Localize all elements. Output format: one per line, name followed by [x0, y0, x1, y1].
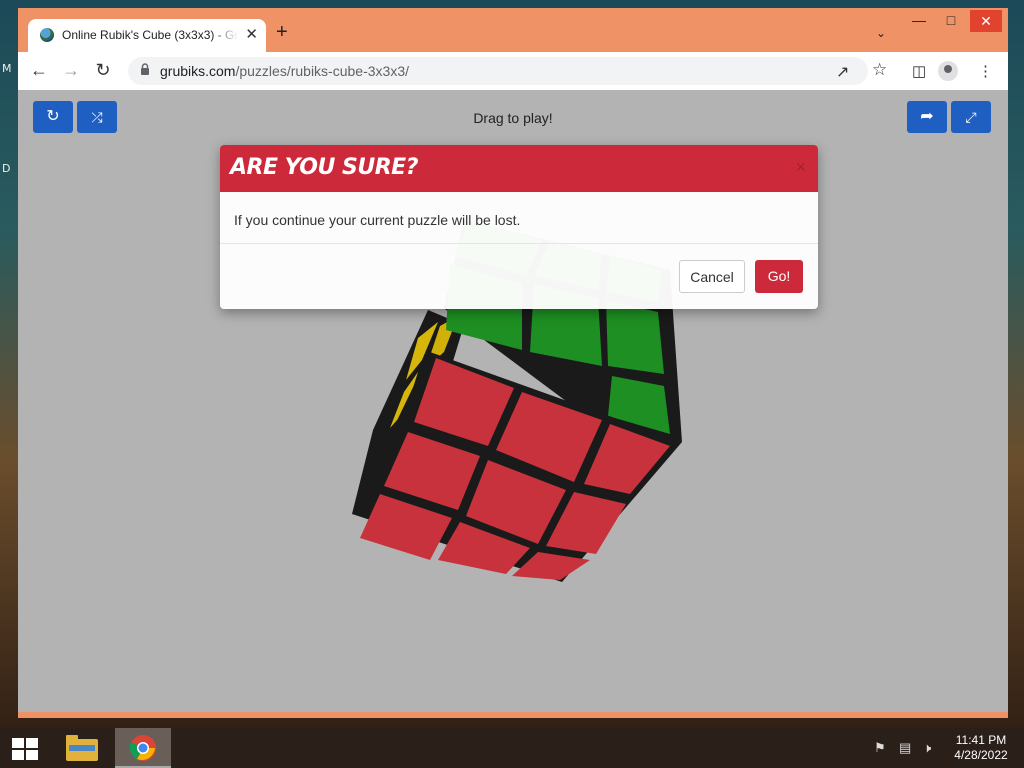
taskbar-file-explorer[interactable]	[56, 728, 112, 768]
menu-kebab-icon[interactable]: ⋮	[978, 62, 993, 80]
network-icon[interactable]: ▤	[899, 740, 911, 756]
desktop-edge-char: M	[2, 62, 12, 75]
flag-notification-icon[interactable]: ⚑	[874, 740, 886, 756]
address-bar[interactable]: grubiks.com/puzzles/rubiks-cube-3x3x3/ ↗	[128, 57, 868, 85]
go-button[interactable]: Go!	[755, 260, 803, 293]
taskbar: ⚑ ▤ 🕨 11:41 PM 4/28/2022	[0, 728, 1024, 768]
clock-date: 4/28/2022	[954, 748, 1008, 762]
game-page: ↻ ⤮ Drag to play! ➦ ⤢ ARE YOU SURE? × If…	[18, 90, 1008, 712]
maximize-icon[interactable]: □	[936, 12, 966, 28]
dialog-close-icon[interactable]: ×	[795, 157, 806, 178]
folder-icon	[66, 735, 98, 761]
browser-window: Online Rubik's Cube (3x3x3) - Grubiks ✕ …	[18, 8, 1008, 718]
lock-icon	[141, 63, 149, 75]
forward-icon[interactable]: →	[60, 60, 82, 80]
dialog-title: ARE YOU SURE?	[230, 155, 418, 180]
window-close-icon[interactable]: ✕	[970, 10, 1002, 32]
dialog-message: If you continue your current puzzle will…	[234, 212, 521, 228]
desktop-edge-char: D	[2, 162, 11, 175]
system-clock[interactable]: 11:41 PM 4/28/2022	[948, 733, 1014, 763]
clock-time: 11:41 PM	[955, 733, 1007, 747]
browser-tab[interactable]: Online Rubik's Cube (3x3x3) - Grubiks ✕	[28, 19, 266, 52]
side-panel-icon[interactable]: ◫	[912, 62, 926, 80]
title-bar: Online Rubik's Cube (3x3x3) - Grubiks ✕ …	[18, 8, 1008, 52]
minimize-icon[interactable]: —	[904, 12, 934, 28]
globe-favicon-icon	[40, 28, 54, 42]
taskbar-chrome[interactable]	[115, 728, 171, 768]
tab-search-chevron-icon[interactable]: ⌄	[876, 26, 886, 40]
windows-start-icon[interactable]	[12, 738, 38, 760]
dialog-divider	[220, 243, 818, 244]
volume-muted-icon[interactable]: 🕨	[923, 740, 931, 756]
tab-title: Online Rubik's Cube (3x3x3) - Grubiks	[62, 28, 238, 42]
tab-close-icon[interactable]: ✕	[245, 25, 258, 43]
new-tab-button[interactable]: +	[276, 22, 288, 42]
url-text[interactable]: grubiks.com/puzzles/rubiks-cube-3x3x3/	[160, 63, 409, 79]
back-icon[interactable]: ←	[28, 60, 50, 80]
cancel-button[interactable]: Cancel	[679, 260, 745, 293]
browser-toolbar: ← → ↻ grubiks.com/puzzles/rubiks-cube-3x…	[18, 52, 1008, 90]
profile-avatar-icon[interactable]	[938, 61, 958, 81]
bookmark-star-icon[interactable]: ☆	[872, 60, 887, 80]
confirm-dialog: ARE YOU SURE? × If you continue your cur…	[220, 145, 818, 309]
reload-icon[interactable]: ↻	[92, 60, 114, 80]
chrome-icon	[129, 735, 156, 761]
dialog-header: ARE YOU SURE? ×	[220, 145, 818, 192]
share-page-icon[interactable]: ↗	[836, 62, 849, 82]
